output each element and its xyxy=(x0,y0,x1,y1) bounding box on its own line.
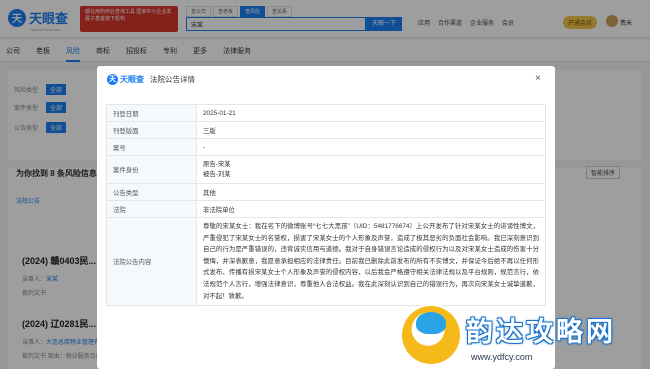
field-label: 法院公告内容 xyxy=(106,216,197,307)
field-value: 其他 xyxy=(196,183,546,201)
notice-content: 尊敬的宋某女士：我在名下的微博账号“七七大黑孩”（UID：5481776674）… xyxy=(196,216,546,307)
modal-header: 天 天眼查 法院公告详情 xyxy=(97,66,555,92)
table-row: 公告类型 其他 xyxy=(106,183,546,201)
modal-logo-text: 天眼查 xyxy=(120,74,144,84)
field-value: 非法院单位 xyxy=(196,200,546,218)
bird-logo-icon xyxy=(402,306,460,364)
field-value: - xyxy=(196,138,546,156)
table-row: 案号 - xyxy=(106,138,546,156)
table-row: 法院公告内容 尊敬的宋某女士：我在名下的微博账号“七七大黑孩”（UID：5481… xyxy=(106,216,546,307)
field-label: 刊登版面 xyxy=(106,121,197,139)
field-value: 原告-宋某 被告-刘某 xyxy=(196,155,546,184)
logo-icon: 天 xyxy=(107,73,118,85)
table-row: 案件身份 原告-宋某 被告-刘某 xyxy=(106,155,546,184)
watermark-url: www.ydfcy.com xyxy=(468,352,536,362)
watermark-title: 韵达攻略网 xyxy=(466,317,616,347)
field-label: 案号 xyxy=(106,138,197,156)
field-label: 案件身份 xyxy=(106,155,197,184)
close-icon[interactable]: × xyxy=(535,73,541,84)
field-label: 法院 xyxy=(106,200,197,218)
field-value: 2025-01-21 xyxy=(196,104,546,122)
table-row: 法院 非法院单位 xyxy=(106,200,546,218)
field-label: 公告类型 xyxy=(106,183,197,201)
notice-detail-table: 刊登日期 2025-01-21 刊登版面 三版 案号 - 案件身份 原告-宋某 … xyxy=(106,104,546,307)
table-row: 刊登版面 三版 xyxy=(106,121,546,139)
table-row: 刊登日期 2025-01-21 xyxy=(106,104,546,122)
field-value: 三版 xyxy=(196,121,546,139)
watermark: 韵达攻略网 www.ydfcy.com xyxy=(402,300,650,369)
field-label: 刊登日期 xyxy=(106,104,197,122)
modal-title: 法院公告详情 xyxy=(150,74,195,84)
